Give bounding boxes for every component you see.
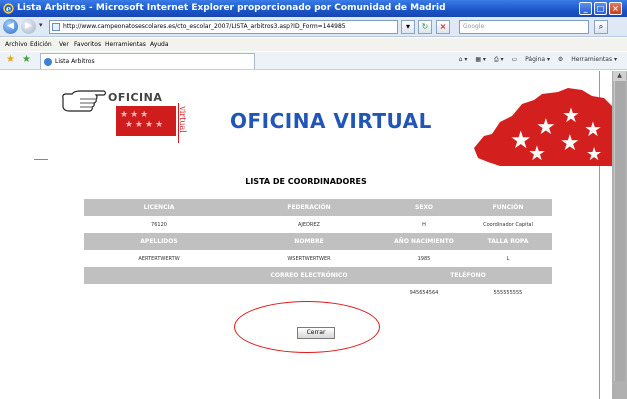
cell-federacion: AJEDREZ [234, 216, 384, 233]
minimize-button[interactable]: _ [579, 2, 592, 15]
refresh-icon[interactable]: ↻ [418, 20, 432, 34]
add-favorites-icon[interactable]: ★ [22, 55, 31, 65]
history-dropdown-icon[interactable]: ▾ [39, 21, 43, 29]
menu-archivo[interactable]: Archivo [5, 38, 27, 51]
cerrar-button[interactable]: Cerrar [297, 327, 335, 339]
col-header-ano-nacimiento: AÑO NACIMIENTO [384, 233, 464, 250]
svg-text:★: ★ [560, 131, 580, 156]
page-menu-label: Página [525, 56, 546, 63]
divider-line [34, 159, 48, 160]
svg-text:★: ★ [562, 103, 580, 127]
col-header-nombre: NOMBRE [234, 233, 384, 250]
scrollbar-thumb[interactable] [614, 81, 625, 381]
svg-text:★: ★ [584, 117, 602, 141]
print-icon[interactable]: ⎙ ▾ [494, 56, 504, 63]
cell-funcion: Coordinador Capital [464, 216, 552, 233]
cell-talla-ropa: L [464, 250, 552, 267]
page-content: OFICINA ★★★ ★★★★ virtual OFICINA VIRTUAL… [0, 71, 612, 399]
url-field[interactable]: http://www.campeonatosescolares.es/cto_e… [49, 20, 398, 34]
tab-toolbar: ★ ★ Lista Arbitros ⌂ ▾ ▦ ▾ ⎙ ▾ ▭ Página … [0, 52, 627, 70]
tab-page-icon [44, 58, 52, 66]
cell-empty [84, 284, 234, 301]
logo-virtual-word: virtual [177, 106, 187, 133]
forward-button[interactable]: ▶ [21, 19, 36, 34]
close-window-button[interactable]: × [609, 2, 622, 15]
cell-apellidos: AERTERTWERTW [84, 250, 234, 267]
col-header-apellidos: APELLIDOS [84, 233, 234, 250]
maximize-button[interactable]: □ [594, 2, 607, 15]
tab-lista-arbitros[interactable]: Lista Arbitros [40, 53, 255, 69]
col-header-sexo: SEXO [384, 199, 464, 216]
favorites-star-icon[interactable]: ★ [6, 55, 15, 65]
menu-edicion[interactable]: Edición [30, 38, 52, 51]
pointing-hand-icon [62, 90, 107, 112]
svg-text:★: ★ [528, 141, 546, 165]
command-bar: ⌂ ▾ ▦ ▾ ⎙ ▾ ▭ Página ▾ ⚙ Herramientas ▾ [453, 56, 617, 64]
cell-licencia: 76120 [84, 216, 234, 233]
menu-favoritos[interactable]: Favoritos [74, 38, 101, 51]
menu-ayuda[interactable]: Ayuda [150, 38, 169, 51]
scroll-up-icon[interactable]: ▲ [613, 71, 626, 81]
oficina-logo-word: OFICINA [108, 91, 163, 104]
logo-red-flag: ★★★ ★★★★ [116, 106, 176, 136]
oficina-logo: OFICINA ★★★ ★★★★ virtual [108, 91, 193, 151]
search-input[interactable]: Google [459, 20, 589, 34]
title-bar: e Lista Arbitros - Microsoft Internet Ex… [0, 0, 627, 17]
browser-window: e Lista Arbitros - Microsoft Internet Ex… [0, 0, 627, 399]
stop-icon[interactable]: × [436, 20, 450, 34]
page-icon [52, 23, 60, 31]
coordinators-table: LICENCIA FEDERACIÓN SEXO FUNCIÓN 76120 A… [84, 199, 552, 301]
col-header-telefono: TELÉFONO [384, 267, 552, 284]
col-header-licencia: LICENCIA [84, 199, 234, 216]
table-header-row: CORREO ELECTRÓNICO TELÉFONO [84, 267, 552, 284]
cell-telefono-2: 555555555 [464, 284, 552, 301]
table-header-row: LICENCIA FEDERACIÓN SEXO FUNCIÓN [84, 199, 552, 216]
ie-icon: e [3, 3, 14, 14]
cell-ano-nacimiento: 1985 [384, 250, 464, 267]
menu-herramientas[interactable]: Herramientas [105, 38, 146, 51]
tools-menu[interactable]: ⚙ Herramientas ▾ [558, 56, 617, 63]
svg-text:★: ★ [586, 144, 602, 165]
madrid-map-logo: ★ ★ ★ ★ ★ ★ ★ [474, 88, 612, 166]
home-icon[interactable]: ⌂ ▾ [459, 56, 468, 63]
url-text: http://www.campeonatosescolares.es/cto_e… [63, 23, 346, 30]
svg-text:★: ★ [536, 115, 556, 140]
search-icon[interactable]: ⌕ [594, 20, 608, 34]
table-row: 945654564 555555555 [84, 284, 552, 301]
cell-correo [234, 284, 384, 301]
logo-virtual-side: virtual [178, 103, 190, 143]
svg-text:e: e [6, 3, 11, 13]
menu-bar: Archivo Edición Ver Favoritos Herramient… [0, 38, 627, 51]
tools-menu-label: Herramientas [571, 56, 613, 63]
url-dropdown-icon[interactable]: ▾ [401, 20, 415, 34]
cell-sexo: H [384, 216, 464, 233]
col-header-empty [84, 267, 234, 284]
table-row: AERTERTWERTW WSERTWERTWER 1985 L [84, 250, 552, 267]
page-menu[interactable]: ▭ Página ▾ [512, 56, 550, 63]
page-title: OFICINA VIRTUAL [230, 109, 432, 133]
tab-label: Lista Arbitros [55, 58, 95, 65]
window-title: Lista Arbitros - Microsoft Internet Expl… [17, 3, 446, 13]
feeds-icon[interactable]: ▦ ▾ [475, 56, 486, 63]
col-header-correo: CORREO ELECTRÓNICO [234, 267, 384, 284]
cell-telefono-1: 945654564 [384, 284, 464, 301]
list-title: LISTA DE COORDINADORES [245, 177, 367, 186]
address-toolbar: ◀ ▶ ▾ http://www.campeonatosescolares.es… [0, 17, 627, 37]
back-button[interactable]: ◀ [3, 19, 18, 34]
table-row: 76120 AJEDREZ H Coordinador Capital [84, 216, 552, 233]
vertical-scrollbar[interactable]: ▲ [612, 71, 627, 399]
col-header-talla-ropa: TALLA ROPA [464, 233, 552, 250]
menu-ver[interactable]: Ver [59, 38, 69, 51]
logo-stars-icon: ★★★ ★★★★ [120, 110, 166, 130]
col-header-funcion: FUNCIÓN [464, 199, 552, 216]
table-header-row: APELLIDOS NOMBRE AÑO NACIMIENTO TALLA RO… [84, 233, 552, 250]
col-header-federacion: FEDERACIÓN [234, 199, 384, 216]
cell-nombre: WSERTWERTWER [234, 250, 384, 267]
